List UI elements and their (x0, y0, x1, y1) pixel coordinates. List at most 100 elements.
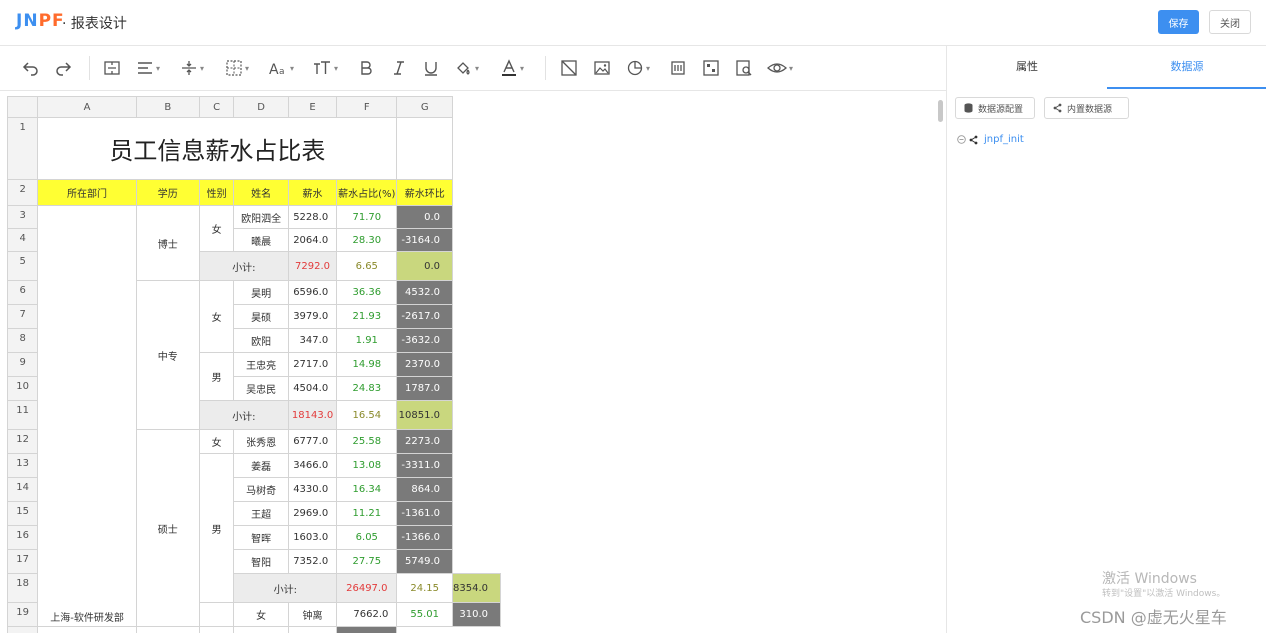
row-header[interactable]: 18 (7, 573, 39, 603)
name-cell[interactable]: 马树奇 (233, 477, 289, 502)
salary-cell[interactable]: 4504.0 (287, 376, 338, 401)
cell[interactable] (396, 117, 453, 180)
ring-cell[interactable]: 2273.0 (396, 429, 453, 454)
salary-cell[interactable]: 5228.0 (287, 205, 338, 229)
pct-cell[interactable]: 21.93 (336, 304, 398, 329)
builtin-datasource-button[interactable]: 内置数据源 (1044, 97, 1129, 119)
ring-cell[interactable]: -1361.0 (396, 501, 453, 526)
subtotal-label[interactable]: 小计: (198, 251, 289, 281)
salary-cell[interactable]: 3466.0 (287, 453, 338, 478)
gender-cell[interactable]: 女 (198, 280, 235, 353)
merge-cells-icon[interactable] (103, 56, 121, 80)
ring-cell[interactable]: 0.0 (396, 205, 453, 229)
pct-cell[interactable]: 24.83 (336, 376, 398, 401)
eye-icon[interactable]: ▾ (767, 56, 793, 80)
row-header[interactable]: 2 (7, 179, 39, 206)
cell[interactable] (198, 626, 235, 633)
ring-cell[interactable]: -1366.0 (396, 525, 453, 550)
qrcode-icon[interactable] (702, 56, 720, 80)
datasource-config-button[interactable]: 数据源配置 (955, 97, 1035, 119)
pct-cell[interactable]: 25.58 (336, 429, 398, 454)
salary-cell[interactable]: 4330.0 (287, 477, 338, 502)
subtotal-label[interactable]: 小计: (198, 400, 289, 430)
salary-cell[interactable]: 7352.0 (287, 549, 338, 574)
header-cell[interactable]: 薪水 (287, 179, 338, 206)
name-cell[interactable]: 王超 (233, 501, 289, 526)
subtotal-label[interactable]: 小计: (233, 573, 338, 603)
ring-cell[interactable]: -3164.0 (396, 228, 453, 252)
subtotal-ring[interactable]: 10851.0 (396, 400, 453, 430)
tab-properties[interactable]: 属性 (947, 46, 1107, 88)
header-cell[interactable]: 薪水环比 (396, 179, 453, 206)
cell[interactable] (336, 626, 398, 633)
header-cell[interactable]: 薪水占比(%) (336, 179, 398, 206)
ring-cell[interactable]: -3632.0 (396, 328, 453, 353)
slash-header-icon[interactable] (560, 56, 578, 80)
column-header[interactable]: B (135, 96, 200, 118)
bold-icon[interactable] (358, 56, 374, 80)
image-icon[interactable] (593, 56, 611, 80)
subtotal-ring[interactable]: 0.0 (396, 251, 453, 281)
salary-cell[interactable]: 6596.0 (287, 280, 338, 305)
name-cell[interactable]: 欧阳 (233, 328, 289, 353)
row-header[interactable]: 7 (7, 304, 39, 329)
column-header[interactable]: C (198, 96, 235, 118)
edu-cell[interactable] (198, 602, 235, 627)
row-header[interactable]: 16 (7, 525, 39, 550)
name-cell[interactable]: 钟离 (287, 602, 338, 627)
ring-cell[interactable]: -3311.0 (396, 453, 453, 478)
name-cell[interactable]: 吴忠民 (233, 376, 289, 401)
italic-icon[interactable] (391, 56, 407, 80)
pct-cell[interactable]: 16.34 (336, 477, 398, 502)
barcode-icon[interactable] (669, 56, 687, 80)
salary-cell[interactable]: 347.0 (287, 328, 338, 353)
subtotal-ring[interactable]: 8354.0 (452, 573, 501, 603)
pct-cell[interactable]: 14.98 (336, 352, 398, 377)
subtotal-pct[interactable]: 24.15 (396, 573, 453, 603)
pct-cell[interactable]: 36.36 (336, 280, 398, 305)
row-header[interactable]: 9 (7, 352, 39, 377)
row-header[interactable]: 10 (7, 376, 39, 401)
name-cell[interactable]: 智阳 (233, 549, 289, 574)
name-cell[interactable]: 昊硕 (233, 304, 289, 329)
vertical-align-icon[interactable]: ▾ (180, 56, 204, 80)
tab-datasource[interactable]: 数据源 (1107, 46, 1266, 88)
font-color-icon[interactable]: ▾ (500, 56, 524, 80)
pct-cell[interactable]: 28.30 (336, 228, 398, 252)
row-header[interactable]: 15 (7, 501, 39, 526)
name-cell[interactable]: 智晖 (233, 525, 289, 550)
datasource-tree-node[interactable]: jnpf_init (957, 134, 1024, 145)
row-header[interactable]: 17 (7, 549, 39, 574)
name-cell[interactable]: 欧阳泗全 (233, 205, 289, 229)
pct-cell[interactable]: 1.91 (336, 328, 398, 353)
gender-cell[interactable]: 女 (198, 205, 235, 252)
pct-cell[interactable]: 27.75 (336, 549, 398, 574)
row-header[interactable]: 6 (7, 280, 39, 305)
gender-cell[interactable]: 男 (198, 453, 235, 603)
gender-cell[interactable]: 女 (233, 602, 289, 627)
subtotal-salary[interactable]: 18143.0 (287, 400, 338, 430)
close-button[interactable]: 关闭 (1209, 10, 1251, 34)
chart-icon[interactable]: ▾ (626, 56, 650, 80)
pct-cell[interactable]: 55.01 (396, 602, 453, 627)
row-header[interactable]: 11 (7, 400, 39, 430)
report-title-cell[interactable]: 员工信息薪水占比表 (37, 117, 398, 180)
subtotal-pct[interactable]: 16.54 (336, 400, 398, 430)
column-header[interactable]: A (37, 96, 137, 118)
header-cell[interactable]: 姓名 (233, 179, 289, 206)
name-cell[interactable]: 曦晨 (233, 228, 289, 252)
border-icon[interactable]: ▾ (225, 56, 249, 80)
name-cell[interactable]: 张秀恩 (233, 429, 289, 454)
column-header[interactable]: E (287, 96, 338, 118)
row-header[interactable]: 1 (7, 117, 39, 180)
edu-cell[interactable]: 硕士 (135, 429, 200, 627)
font-size-icon[interactable]: ▾ (312, 56, 338, 80)
ring-cell[interactable]: 1787.0 (396, 376, 453, 401)
subtotal-salary[interactable]: 26497.0 (336, 573, 398, 603)
ring-cell[interactable]: 2370.0 (396, 352, 453, 377)
ring-cell[interactable]: 310.0 (452, 602, 501, 627)
ring-cell[interactable]: 4532.0 (396, 280, 453, 305)
name-cell[interactable]: 王忠亮 (233, 352, 289, 377)
pct-cell[interactable]: 11.21 (336, 501, 398, 526)
row-header[interactable]: 14 (7, 477, 39, 502)
